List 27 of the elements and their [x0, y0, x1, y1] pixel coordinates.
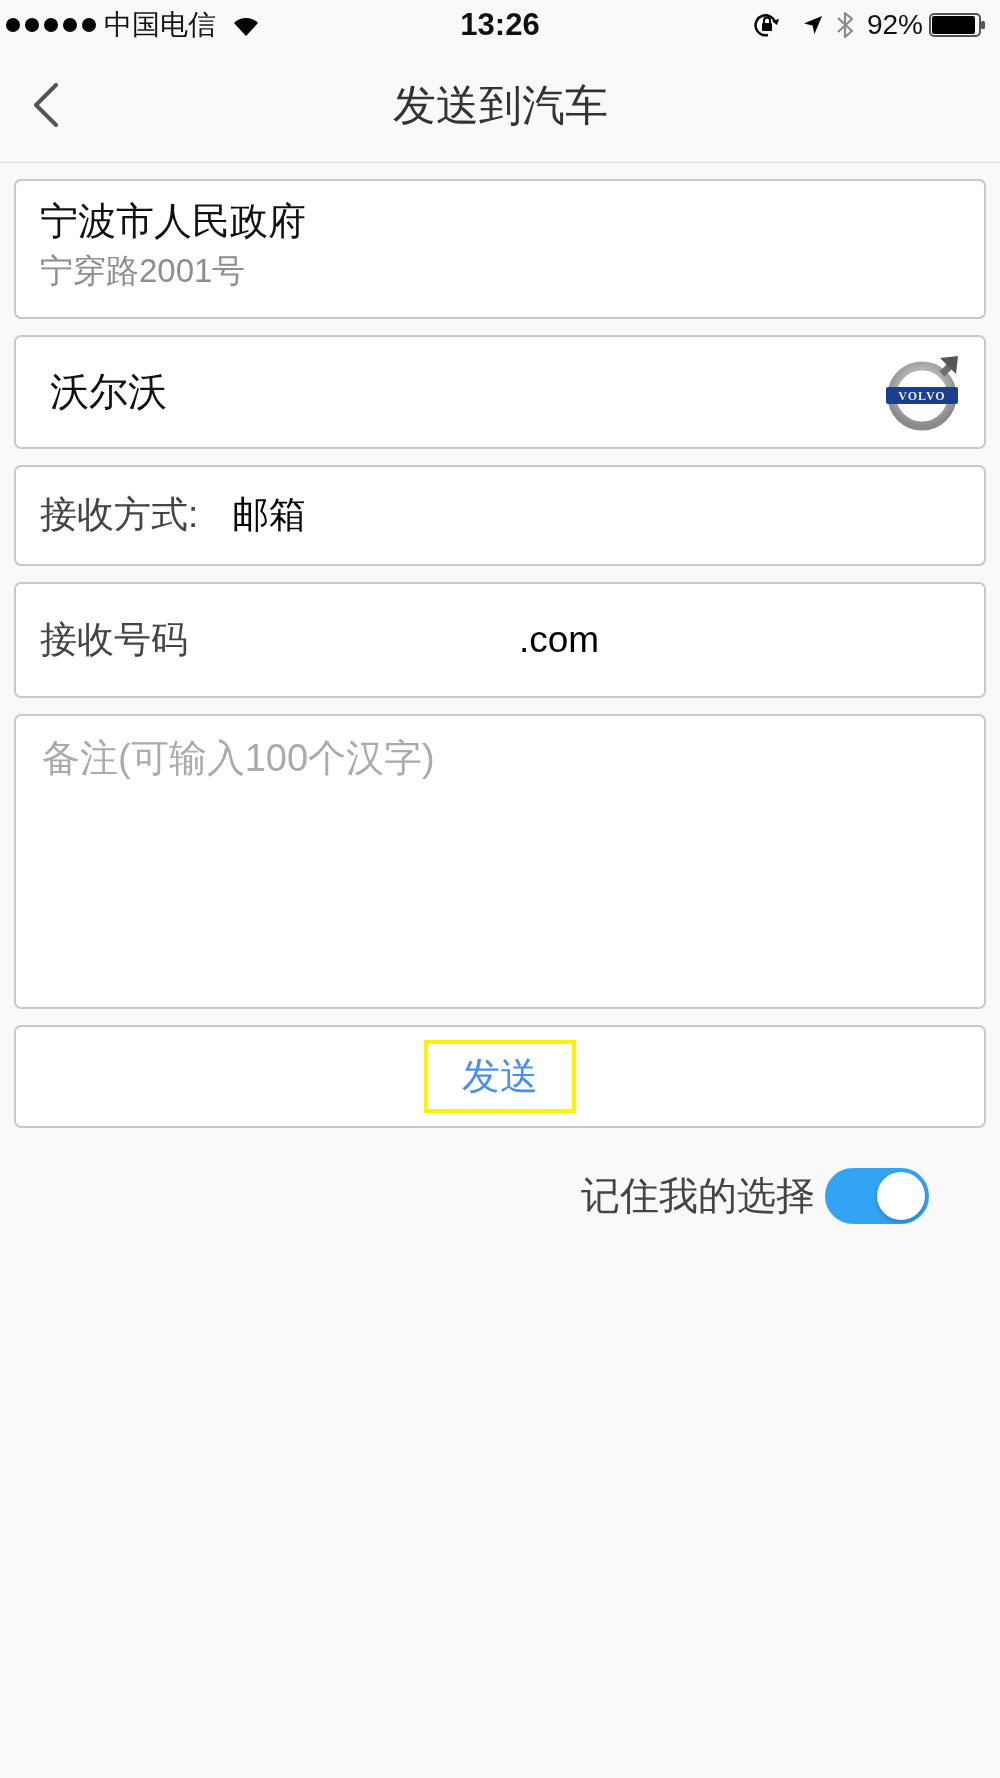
receive-number-label: 接收号码 [40, 617, 188, 662]
destination-card[interactable]: 宁波市人民政府 宁穿路2001号 [14, 179, 986, 319]
signal-dot-icon [25, 18, 39, 32]
receive-number-card[interactable]: 接收号码 .com [14, 582, 986, 698]
car-brand: 沃尔沃 [50, 368, 167, 415]
remark-field[interactable]: 备注(可输入100个汉字) [14, 714, 986, 1009]
receive-number-value: .com [519, 617, 600, 662]
signal-dot-icon [6, 18, 20, 32]
carrier-name: 中国电信 [104, 11, 216, 39]
signal-dot-icon [44, 18, 58, 32]
rotation-lock-icon [753, 12, 781, 38]
page-title: 发送到汽车 [392, 80, 608, 132]
remember-toggle[interactable] [825, 1168, 929, 1224]
car-brand-card[interactable]: 沃尔沃 VOLVO [14, 335, 986, 449]
place-name: 宁波市人民政府 [40, 199, 306, 244]
remember-choice-label: 记住我的选择 [581, 1172, 815, 1219]
battery-icon [929, 13, 986, 37]
place-address: 宁穿路2001号 [40, 250, 246, 291]
location-arrow-icon [802, 15, 823, 35]
clock-time: 13:26 [460, 7, 540, 42]
back-chevron-icon [32, 83, 60, 127]
battery-percent: 92% [866, 11, 923, 39]
signal-dot-icon [82, 18, 96, 32]
receive-method-value: 邮箱 [232, 493, 307, 538]
signal-dot-icon [63, 18, 77, 32]
receive-method-label: 接收方式: [40, 493, 199, 538]
receive-method-card[interactable]: 接收方式: 邮箱 [14, 465, 986, 566]
